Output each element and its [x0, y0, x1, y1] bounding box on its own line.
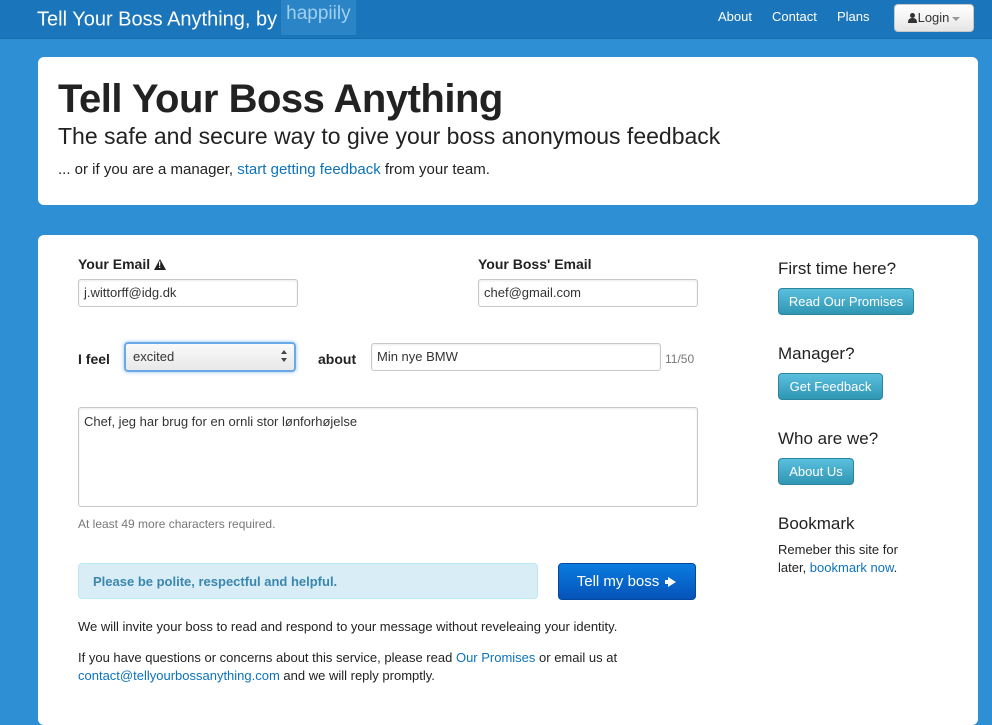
about-input[interactable]: Min nye BMW	[371, 343, 661, 371]
contact-email-link[interactable]: contact@tellyourbossanything.com	[78, 668, 280, 683]
our-promises-link[interactable]: Our Promises	[456, 650, 535, 665]
happiily-logo: happiily	[281, 0, 356, 35]
tell-my-boss-button[interactable]: Tell my boss	[558, 563, 696, 600]
boss-email-input[interactable]: chef@gmail.com	[478, 279, 698, 307]
megaphone-icon	[665, 577, 677, 587]
manager-prefix: ... or if you are a manager,	[58, 161, 238, 178]
boss-email-label: Your Boss' Email	[478, 256, 592, 272]
questions-text: If you have questions or concerns about …	[78, 649, 678, 685]
manager-line: ... or if you are a manager, start getti…	[58, 161, 490, 178]
select-arrows-icon	[281, 350, 288, 364]
tell-my-boss-label: Tell my boss	[576, 573, 660, 590]
message-textarea[interactable]: Chef, jeg har brug for en ornli stor løn…	[78, 407, 698, 507]
about-label: about	[318, 351, 357, 367]
your-email-label: Your Email	[78, 256, 167, 272]
questions-suffix: and we will reply promptly.	[279, 668, 435, 683]
about-us-button[interactable]: About Us	[778, 458, 854, 485]
bookmark-heading: Bookmark	[778, 514, 855, 533]
min-chars-note: At least 49 more characters required.	[78, 517, 276, 531]
caret-down-icon	[952, 16, 961, 21]
your-email-label-text: Your Email	[78, 256, 151, 272]
user-icon	[907, 13, 917, 23]
feedback-panel: Your Email j.wittorff@idg.dk Your Boss' …	[38, 235, 978, 725]
page-title: Tell Your Boss Anything	[58, 77, 503, 121]
hero-unit: Tell Your Boss Anything The safe and sec…	[38, 57, 978, 205]
login-button[interactable]: Login	[894, 4, 974, 32]
feeling-select-value: excited	[133, 349, 175, 364]
i-feel-label: I feel	[78, 351, 110, 367]
warning-icon[interactable]	[154, 259, 167, 270]
bookmark-now-link[interactable]: bookmark now	[810, 560, 894, 575]
bookmark-suffix: .	[893, 560, 898, 575]
first-time-heading: First time here?	[778, 259, 897, 278]
feeling-select[interactable]: excited	[124, 342, 296, 372]
get-feedback-button[interactable]: Get Feedback	[778, 373, 883, 400]
manager-heading: Manager?	[778, 344, 855, 363]
bookmark-text: Remeber this site for later, bookmark no…	[778, 541, 918, 577]
start-feedback-link[interactable]: start getting feedback	[237, 161, 380, 178]
navbar: Tell Your Boss Anything, by happiily Abou…	[0, 0, 992, 39]
page-subtitle: The safe and secure way to give your bos…	[58, 123, 721, 149]
who-are-we-heading: Who are we?	[778, 429, 879, 448]
questions-prefix: If you have questions or concerns about …	[78, 650, 456, 665]
brand[interactable]: Tell Your Boss Anything, by happiily	[37, 0, 356, 35]
nav-link-contact[interactable]: Contact	[772, 9, 817, 24]
manager-suffix: from your team.	[380, 161, 490, 178]
nav-link-about[interactable]: About	[718, 9, 752, 24]
char-count: 11/50	[665, 352, 695, 366]
nav-link-plans[interactable]: Plans	[837, 9, 870, 24]
brand-text: Tell Your Boss Anything, by	[37, 8, 278, 31]
questions-mid: or email us at	[535, 650, 618, 665]
read-promises-button[interactable]: Read Our Promises	[778, 288, 914, 315]
invite-text: We will invite your boss to read and res…	[78, 619, 618, 634]
login-label: Login	[917, 10, 950, 25]
politeness-alert: Please be polite, respectful and helpful…	[78, 563, 538, 599]
your-email-input[interactable]: j.wittorff@idg.dk	[78, 279, 298, 307]
